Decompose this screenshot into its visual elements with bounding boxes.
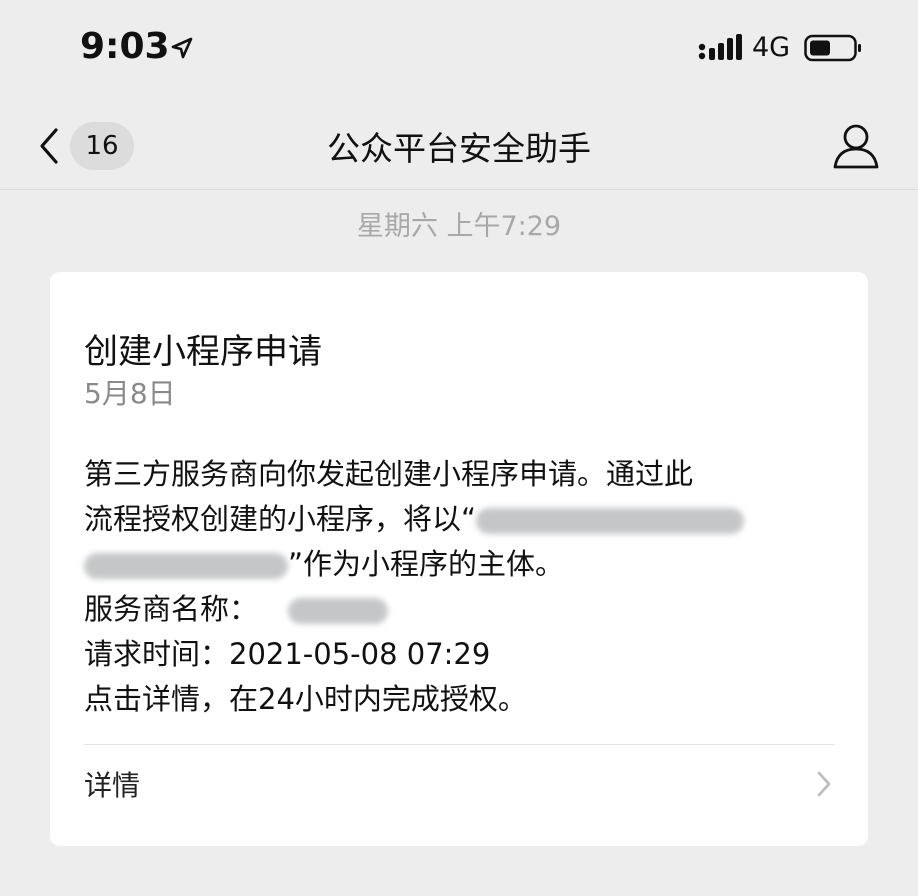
- status-bar: 9:03 4G: [0, 0, 918, 100]
- body-text: ”作为小程序的主体。: [288, 547, 565, 581]
- status-time: 9:03: [80, 26, 170, 67]
- body-line: 服务商名称：: [84, 587, 834, 632]
- redacted-provider-name: [288, 598, 389, 624]
- request-time: 请求时间：2021-05-08 07:29: [84, 637, 491, 671]
- chevron-right-icon: [817, 771, 831, 797]
- cellular-signal-icon: [698, 34, 742, 60]
- chat-title: 公众平台安全助手: [327, 129, 591, 168]
- battery-icon: [804, 34, 861, 62]
- message-timestamp: 星期六 上午7:29: [356, 211, 562, 242]
- navigation-bar: 16 公众平台安全助手: [0, 100, 918, 190]
- card-divider: [84, 744, 834, 745]
- instruction-text: 点击详情，在24小时内完成授权。: [84, 682, 527, 716]
- body-line: 流程授权创建的小程序，将以“: [84, 497, 834, 542]
- card-body: 第三方服务商向你发起创建小程序申请。通过此 流程授权创建的小程序，将以“ ”作为…: [84, 452, 834, 722]
- redacted-entity-name: [476, 508, 745, 534]
- body-line: ”作为小程序的主体。: [84, 542, 834, 587]
- details-link[interactable]: 详情: [84, 754, 834, 824]
- location-arrow-icon: [171, 37, 193, 59]
- provider-label: 服务商名称：: [84, 592, 259, 626]
- card-title: 创建小程序申请: [84, 332, 322, 372]
- body-text: 流程授权创建的小程序，将以“: [84, 502, 477, 536]
- card-date: 5月8日: [84, 377, 176, 410]
- redacted-entity-name: [84, 553, 288, 579]
- body-line: 第三方服务商向你发起创建小程序申请。通过此: [84, 457, 694, 491]
- details-label: 详情: [84, 769, 141, 802]
- message-card[interactable]: 创建小程序申请 5月8日 第三方服务商向你发起创建小程序申请。通过此 流程授权创…: [50, 272, 868, 846]
- profile-icon[interactable]: [830, 120, 882, 172]
- network-type: 4G: [752, 32, 791, 63]
